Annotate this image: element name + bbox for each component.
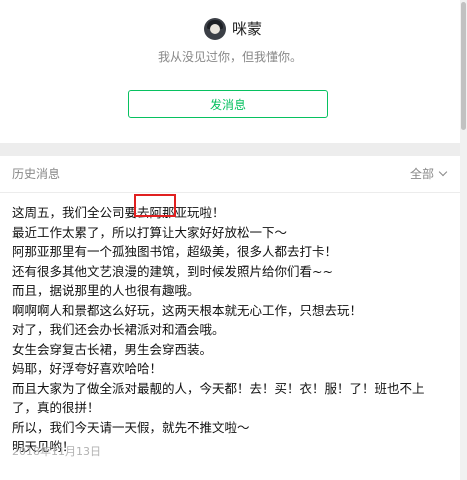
message-date: 2018年11月13日	[12, 445, 101, 458]
avatar[interactable]	[204, 18, 226, 40]
history-title: 历史消息	[12, 167, 61, 181]
account-signature: 我从没见过你，但我懂你。	[157, 50, 302, 64]
send-message-button[interactable]: 发消息	[128, 90, 328, 118]
message-line: 妈耶，好浮夸好喜欢哈哈！	[12, 361, 163, 376]
message-line: 而且大家为了做全派对最靓的人，今天都！去！买！衣！服！了！班也不上了，真的很拼！	[12, 380, 425, 416]
message-line: 最近工作太累了，所以打算让大家好好放松一下～	[12, 224, 288, 240]
scrollbar-thumb[interactable]	[461, 2, 466, 130]
filter-label: 全部	[409, 167, 434, 181]
filter-dropdown[interactable]: 全部	[409, 165, 448, 183]
message-line: 所以，我们今天请一天假，就先不推文啦～	[12, 419, 250, 435]
history-card: 历史消息 全部 这周五，我们全公司要去阿那亚玩啦！ 最近工作太累了，所以打算让大…	[0, 156, 460, 480]
message-line: 女生会穿复古长裙，男生会穿西装。	[12, 341, 213, 357]
chevron-down-icon	[438, 167, 448, 177]
scrollbar[interactable]	[460, 0, 467, 480]
message-line: 对了，我们还会办长裙派对和酒会哦。	[12, 322, 225, 337]
account-name: 咪蒙	[232, 20, 263, 38]
message-line: 啊啊啊人和景都这么好玩，这两天根本就无心工作，只想去玩！	[12, 302, 363, 318]
profile-card: 咪蒙 我从没见过你，但我懂你。 发消息	[0, 0, 460, 143]
message-body: 这周五，我们全公司要去阿那亚玩啦！ 最近工作太累了，所以打算让大家好好放松一下～…	[12, 203, 448, 457]
history-header: 历史消息 全部	[0, 156, 460, 193]
message-line: 还有很多其他文艺浪漫的建筑，到时候发照片给你们看~~	[12, 263, 333, 279]
message-line: 这周五，我们全公司要去阿那亚玩啦！	[12, 205, 225, 220]
message-line: 阿那亚那里有一个孤独图书馆，超级美，很多人都去打卡！	[12, 244, 338, 259]
message-line: 而且，据说那里的人也很有趣哦。	[12, 283, 200, 298]
avatar-face	[210, 24, 220, 34]
highlight-annotation-box	[134, 194, 176, 217]
